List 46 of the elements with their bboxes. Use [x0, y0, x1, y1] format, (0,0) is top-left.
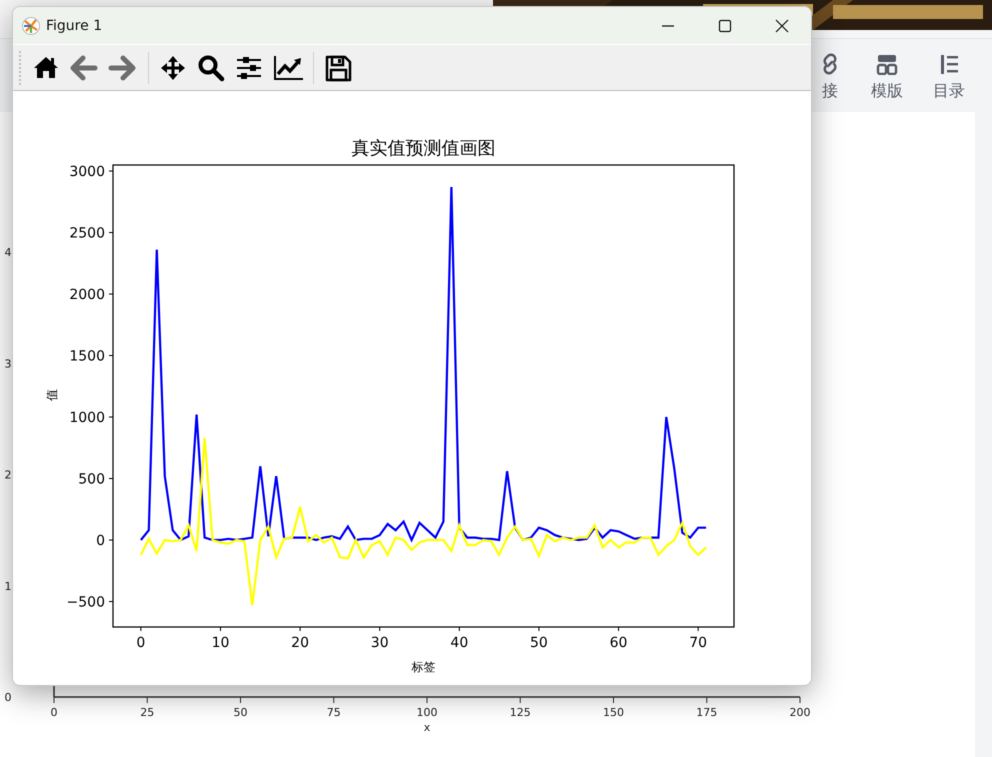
app-icon: [22, 16, 40, 34]
window-title: Figure 1: [46, 18, 102, 34]
line-chart-icon[interactable]: [273, 54, 303, 82]
save-icon[interactable]: [324, 54, 354, 82]
chart-title: 真实值预测值画图: [352, 138, 496, 159]
tick-label: 175: [696, 706, 718, 719]
tick-label: 0: [136, 635, 146, 651]
tick-label: 20: [291, 635, 309, 651]
tick-label: 1: [4, 580, 12, 593]
layout-icon: [876, 53, 898, 75]
search-icon[interactable]: [197, 54, 227, 82]
tick-label: 0: [4, 691, 12, 704]
axis-label: x: [424, 721, 430, 734]
tick-label: 2: [4, 468, 12, 482]
tick-label: 2000: [69, 287, 105, 304]
maximize-icon[interactable]: [718, 18, 732, 32]
tick-label: 4: [4, 246, 12, 259]
tick-label: 2500: [69, 226, 105, 242]
tick-label: 1500: [69, 348, 105, 365]
tick-label: 10: [212, 635, 230, 651]
tick-label: −500: [66, 594, 105, 611]
tick-label: 25: [140, 706, 154, 719]
tick-label: 3000: [69, 164, 105, 180]
tick-label: 150: [603, 706, 624, 719]
tick-label: 50: [530, 635, 548, 651]
tick-label: 40: [450, 635, 468, 651]
tick-label: 0: [96, 533, 105, 550]
tick-label: 50: [234, 706, 248, 719]
axis-label: 值: [45, 389, 59, 401]
tick-label: 200: [790, 706, 810, 719]
tick-label: 1000: [69, 410, 105, 426]
tick-label: 100: [416, 706, 438, 719]
tick-label: 30: [370, 635, 389, 651]
close-icon[interactable]: [775, 18, 789, 32]
tick-label: 3: [4, 357, 12, 370]
tick-label: 70: [689, 635, 708, 651]
toolbar-button[interactable]: 模版: [871, 49, 903, 102]
axis-label: 标签: [412, 660, 436, 674]
tick-label: 75: [326, 706, 341, 719]
tick-label: 60: [610, 635, 628, 651]
tick-label: 125: [510, 706, 531, 719]
tick-label: 500: [78, 472, 105, 488]
toolbar-button[interactable]: 目录: [933, 49, 965, 102]
list-icon: [938, 53, 960, 75]
tick-label: 0: [50, 706, 58, 719]
toolbar-button[interactable]: 接: [819, 49, 841, 102]
